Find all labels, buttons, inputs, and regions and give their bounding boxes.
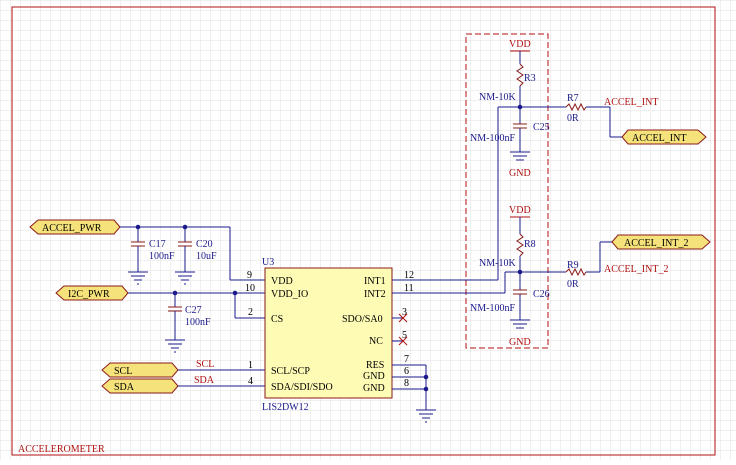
chip-part: LIS2DW12 <box>262 402 309 413</box>
vdd-label-top: VDD <box>509 39 531 50</box>
port-accel-int-2[interactable]: ACCEL_INT_2 <box>611 234 711 250</box>
svg-text:C25: C25 <box>533 122 550 133</box>
svg-text:R3: R3 <box>524 73 536 84</box>
svg-text:SCL/SCP: SCL/SCP <box>271 366 310 377</box>
svg-text:NM-10K: NM-10K <box>479 258 516 269</box>
svg-text:GND: GND <box>363 371 385 382</box>
net-label-scl: SCL <box>196 359 214 370</box>
svg-text:SCL: SCL <box>114 366 132 377</box>
svg-text:NC: NC <box>369 336 383 347</box>
svg-text:R7: R7 <box>567 93 579 104</box>
chip-ref: U3 <box>262 257 274 268</box>
svg-text:2: 2 <box>248 307 253 318</box>
svg-text:I2C_PWR: I2C_PWR <box>68 289 110 300</box>
net-label-accel-int: ACCEL_INT <box>604 97 658 108</box>
svg-text:1: 1 <box>248 360 253 371</box>
sheet-title: ACCELEROMETER <box>18 444 105 455</box>
net-label-sda: SDA <box>194 375 215 386</box>
svg-text:VDD: VDD <box>271 276 293 287</box>
svg-text:ACCEL_INT: ACCEL_INT <box>632 133 686 144</box>
svg-text:INT2: INT2 <box>364 289 386 300</box>
svg-text:VDD_IO: VDD_IO <box>271 289 308 300</box>
port-i2c-pwr[interactable]: I2C_PWR <box>55 285 129 301</box>
net-label-accel-int-2: ACCEL_INT_2 <box>604 264 668 275</box>
chip-u3: U3 LIS2DW12 VDD VDD_IO CS SCL/SCP SDA/SD… <box>245 257 414 413</box>
vdd-label-bottom: VDD <box>509 205 531 216</box>
svg-text:NM-100nF: NM-100nF <box>470 133 515 144</box>
svg-text:100nF: 100nF <box>149 251 175 262</box>
port-accel-int[interactable]: ACCEL_INT <box>621 129 707 145</box>
svg-text:SDA: SDA <box>114 382 135 393</box>
svg-text:100nF: 100nF <box>185 317 211 328</box>
svg-text:CS: CS <box>271 314 283 325</box>
svg-text:SDO/SA0: SDO/SA0 <box>342 314 383 325</box>
svg-text:8: 8 <box>404 378 409 389</box>
port-sda[interactable]: SDA <box>101 378 179 394</box>
svg-text:6: 6 <box>404 366 409 377</box>
svg-text:R8: R8 <box>524 239 536 250</box>
svg-text:11: 11 <box>404 283 414 294</box>
svg-text:SDA/SDI/SDO: SDA/SDI/SDO <box>271 382 333 393</box>
schematic-canvas: ACCELEROMETER ACCEL_PWR I2C_PWR SCL SDA … <box>0 0 736 460</box>
svg-text:12: 12 <box>404 270 414 281</box>
gnd-label-bottom: GND <box>509 337 531 348</box>
svg-text:C27: C27 <box>185 305 202 316</box>
svg-text:ACCEL_PWR: ACCEL_PWR <box>42 223 102 234</box>
svg-text:4: 4 <box>248 376 253 387</box>
svg-text:GND: GND <box>363 383 385 394</box>
schematic-sheet: ACCELEROMETER ACCEL_PWR I2C_PWR SCL SDA … <box>0 0 736 460</box>
svg-text:R9: R9 <box>567 260 579 271</box>
svg-text:C20: C20 <box>196 239 213 250</box>
svg-text:INT1: INT1 <box>364 276 386 287</box>
svg-text:10uF: 10uF <box>196 251 217 262</box>
svg-text:RES: RES <box>366 360 384 371</box>
port-scl[interactable]: SCL <box>101 362 179 378</box>
svg-text:10: 10 <box>245 283 255 294</box>
svg-text:C26: C26 <box>533 289 550 300</box>
svg-text:NM-100nF: NM-100nF <box>470 303 515 314</box>
svg-text:7: 7 <box>404 354 409 365</box>
port-accel-pwr[interactable]: ACCEL_PWR <box>29 219 121 235</box>
svg-text:NM-10K: NM-10K <box>479 92 516 103</box>
svg-text:0R: 0R <box>567 113 579 124</box>
svg-text:C17: C17 <box>149 239 166 250</box>
svg-text:9: 9 <box>247 270 252 281</box>
gnd-label-top: GND <box>509 168 531 179</box>
svg-text:0R: 0R <box>567 279 579 290</box>
svg-text:ACCEL_INT_2: ACCEL_INT_2 <box>624 238 688 249</box>
